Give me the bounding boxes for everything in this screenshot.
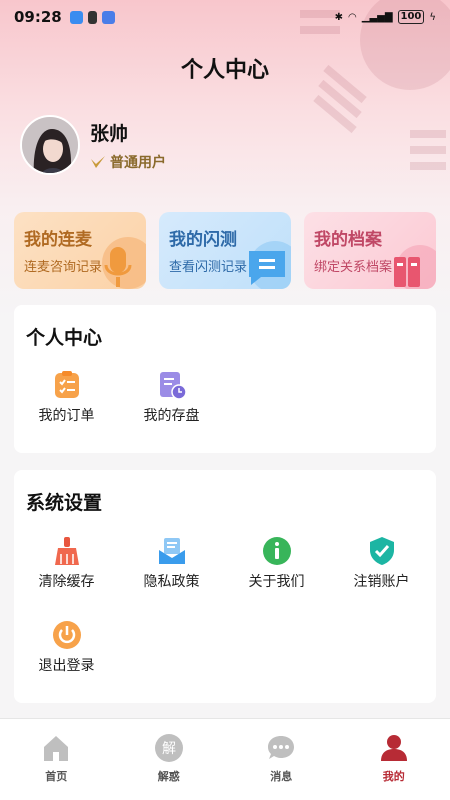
grid-item-label: 关于我们 [248, 574, 305, 590]
nav-messages[interactable]: 消息 [225, 719, 338, 800]
nav-answers[interactable]: 解 解惑 [113, 719, 226, 800]
my-calls-card[interactable]: 我的连麦 连麦咨询记录 [14, 212, 146, 289]
username: 张帅 [90, 123, 129, 145]
signal-icon: ▁▃▅▇ [361, 11, 393, 23]
answers-icon-glyph: 解 [162, 741, 176, 757]
grid-item-label: 注销账户 [353, 574, 410, 590]
user-icon [380, 735, 407, 761]
order-clipboard-icon [54, 371, 79, 398]
user-level-label: 普通用户 [110, 155, 166, 171]
user-level-badge: 普通用户 [90, 152, 166, 172]
grid-item-label: 我的存盘 [143, 408, 200, 424]
bluetooth-icon: ✱ [334, 11, 344, 23]
status-time: 09:28 [14, 8, 62, 26]
wifi-icon: ◠ [348, 11, 357, 23]
grid-item-label: 清除缓存 [38, 574, 95, 590]
nav-mine[interactable]: 我的 [338, 719, 450, 800]
delete-account-button[interactable]: 注销账户 [329, 536, 434, 591]
archive-binders-icon [394, 245, 436, 289]
my-flash-tests-card[interactable]: 我的闪测 查看闪测记录 [159, 212, 291, 289]
about-us-button[interactable]: 关于我们 [224, 536, 329, 591]
system-settings-section: 系统设置 清除缓存 隐私政策 关于我们 注销账户 退出登录 [14, 470, 436, 703]
browser-app-icon [101, 10, 115, 24]
nav-label: 首页 [45, 770, 68, 783]
section-title: 系统设置 [26, 492, 103, 514]
grid-item-label: 退出登录 [38, 658, 95, 674]
my-saves-button[interactable]: 我的存盘 [119, 370, 224, 425]
checkmark-badge-icon [91, 156, 105, 168]
message-bubble-icon [268, 736, 295, 759]
nav-label: 消息 [270, 770, 293, 783]
battery-saver-icon [87, 10, 97, 24]
answers-badge-icon: 解 [154, 734, 183, 762]
avatar[interactable] [20, 115, 80, 175]
clear-cache-button[interactable]: 清除缓存 [14, 536, 119, 591]
chat-bubble-icon [249, 241, 291, 289]
status-bar: 09:28 ✱ ◠ ▁▃▅▇ 100 ϟ [0, 0, 450, 34]
privacy-policy-button[interactable]: 隐私政策 [119, 536, 224, 591]
logout-button[interactable]: 退出登录 [14, 620, 119, 675]
personal-center-section: 个人中心 我的订单 我的存盘 [14, 305, 436, 453]
shield-check-icon [369, 537, 394, 565]
my-orders-button[interactable]: 我的订单 [14, 370, 119, 425]
microphone-icon [102, 237, 146, 289]
my-archives-card[interactable]: 我的档案 绑定关系档案 [304, 212, 436, 289]
nav-label: 解惑 [157, 770, 180, 783]
info-icon [262, 537, 291, 565]
nav-home[interactable]: 首页 [0, 719, 113, 800]
grid-item-label: 隐私政策 [143, 574, 200, 590]
battery-icon: 100 [397, 10, 425, 24]
power-icon [52, 621, 81, 649]
grid-item-label: 我的订单 [38, 408, 95, 424]
nav-label: 我的 [382, 770, 405, 783]
charging-icon: ϟ [429, 11, 436, 23]
shield-app-icon [69, 10, 83, 24]
home-icon [44, 736, 69, 761]
section-title: 个人中心 [26, 327, 103, 349]
bottom-navigation: 首页 解 解惑 消息 我的 [0, 718, 450, 800]
saved-document-icon [159, 372, 187, 400]
page-title: 个人中心 [180, 58, 269, 83]
broom-icon [54, 537, 79, 565]
privacy-document-icon [158, 538, 185, 564]
